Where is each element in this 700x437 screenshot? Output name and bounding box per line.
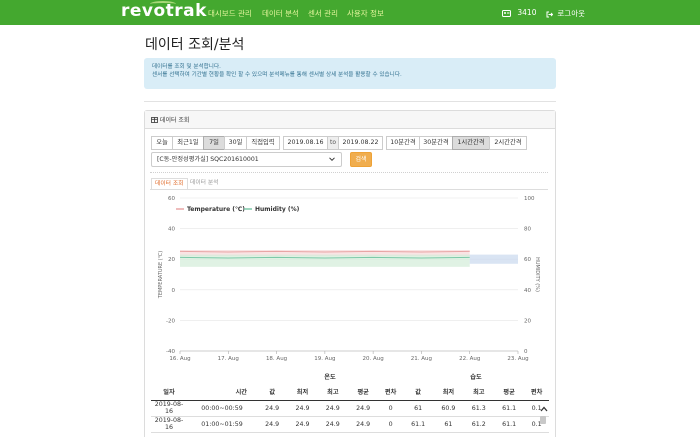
- cell-temp-min: 24.9: [287, 416, 318, 433]
- cell-temp-dev: 0: [378, 400, 403, 417]
- info-alert: 데이터를 조회 및 분석합니다. 센서를 선택하여 기간별 현황을 확인 할 수…: [144, 58, 556, 89]
- chevron-up-icon: [540, 406, 548, 412]
- humid-group-header: 습도: [470, 373, 482, 381]
- col-humid-value: 값: [402, 384, 434, 401]
- search-button[interactable]: 검색: [350, 152, 372, 167]
- nav-sensor-management[interactable]: 센서 관리: [308, 8, 338, 19]
- cell-temp-avg: 24.9: [347, 400, 379, 417]
- logout-label: 로그아웃: [557, 9, 585, 18]
- cell-humid-min: 61: [433, 416, 464, 433]
- sensor-select[interactable]: [C동-안정성평가실] SQC201610001: [151, 152, 342, 167]
- scrollbar-thumb[interactable]: [540, 416, 546, 424]
- divider: [144, 101, 556, 102]
- panel-header: 데이터 조회: [145, 111, 555, 129]
- id-card-icon: [502, 9, 511, 17]
- cell-humid-max: 61.2: [463, 416, 494, 433]
- cell-date: 2019-08-16: [151, 400, 187, 417]
- interval-30min-button[interactable]: 30분간격: [419, 136, 453, 150]
- cell-humid-max: 61.3: [463, 400, 494, 417]
- sensor-select-value: [C동-안정성평가실] SQC201610001: [157, 156, 259, 163]
- interval-1hour-button[interactable]: 1시간간격: [452, 136, 490, 150]
- chevron-down-icon: [329, 157, 335, 162]
- cell-temp-dev: 0: [378, 416, 403, 433]
- cell-temp-min: 24.9: [287, 400, 318, 417]
- cell-humid-avg: 61.1: [493, 416, 525, 433]
- table-icon: [151, 117, 158, 123]
- col-humid-max: 최고: [463, 384, 494, 401]
- period-today-button[interactable]: 오늘: [151, 136, 173, 150]
- col-humid-min: 최저: [433, 384, 464, 401]
- cell-humid-value: 61: [402, 400, 434, 417]
- col-temp-dev: 편차: [378, 384, 403, 401]
- nav-user-info[interactable]: 사용자 정보: [347, 8, 384, 19]
- cell-time: 01:00~01:59: [187, 416, 257, 433]
- tab-underline: [150, 189, 548, 190]
- count-indicator[interactable]: 3410: [502, 8, 536, 17]
- col-time: 시간: [187, 384, 257, 401]
- dotted-divider: [150, 172, 548, 173]
- nav-dashboard[interactable]: 대시보드 관리: [208, 8, 252, 19]
- col-temp-avg: 평균: [347, 384, 379, 401]
- period-custom-button[interactable]: 직접입력: [246, 136, 280, 150]
- info-line-2: 센서를 선택하여 기간별 현황을 확인 할 수 있으며 분석메뉴를 통해 센서별…: [152, 72, 402, 78]
- date-separator: to: [328, 136, 338, 150]
- date-to-input[interactable]: 2019.08.22: [338, 136, 383, 150]
- col-temp-max: 최고: [317, 384, 348, 401]
- table-row[interactable]: 2019-08-16 01:00~01:59 24.9 24.9 24.9 24…: [151, 416, 549, 433]
- col-date: 일자: [151, 384, 187, 401]
- column-header-row: 일자 시간 값 최저 최고 평균 편차 값 최저 최고 평균 편차: [151, 384, 549, 401]
- cell-humid-avg: 61.1: [493, 400, 525, 417]
- logo-swoosh: [150, 1, 176, 7]
- temp-group-header: 온도: [324, 373, 336, 381]
- page-title: 데이터 조회/분석: [145, 37, 245, 53]
- scroll-to-top-button[interactable]: [539, 405, 549, 415]
- table-row[interactable]: 2019-08-16 00:00~00:59 24.9 24.9 24.9 24…: [151, 400, 549, 417]
- cell-temp-max: 24.9: [317, 400, 348, 417]
- count-text: 3410: [517, 8, 537, 17]
- cell-date: 2019-08-16: [151, 416, 187, 433]
- col-humid-avg: 평균: [493, 384, 525, 401]
- cell-time: 00:00~00:59: [187, 400, 257, 417]
- period-7day-button[interactable]: 7일: [203, 136, 225, 150]
- date-from-input[interactable]: 2019.08.16: [283, 136, 328, 150]
- col-temp-min: 최저: [287, 384, 318, 401]
- interval-2hour-button[interactable]: 2시간간격: [489, 136, 527, 150]
- top-navbar: revotrak 대시보드 관리 데이터 분석 센서 관리 사용자 정보 341…: [0, 0, 700, 25]
- col-humid-dev: 편차: [524, 384, 549, 401]
- nav-data-analysis[interactable]: 데이터 분석: [262, 8, 299, 19]
- cell-temp-value: 24.9: [257, 400, 288, 417]
- period-30day-button[interactable]: 30일: [224, 136, 247, 150]
- cell-temp-value: 24.9: [257, 416, 288, 433]
- cell-temp-max: 24.9: [317, 416, 348, 433]
- interval-10min-button[interactable]: 10분간격: [386, 136, 420, 150]
- cell-humid-min: 60.9: [433, 400, 464, 417]
- col-temp-value: 값: [257, 384, 288, 401]
- logout-link[interactable]: 로그아웃: [546, 8, 585, 19]
- data-table: 온도 습도 일자 시간 값 최저 최고 평균 편차 값 최저 최고 평균 편차 …: [151, 368, 549, 433]
- period-1day-button[interactable]: 최근1일: [172, 136, 204, 150]
- panel-title: 데이터 조회: [159, 117, 190, 124]
- info-line-1: 데이터를 조회 및 분석합니다.: [152, 64, 221, 70]
- cell-temp-avg: 24.9: [347, 416, 379, 433]
- logout-icon: [546, 11, 553, 17]
- cell-humid-value: 61.1: [402, 416, 434, 433]
